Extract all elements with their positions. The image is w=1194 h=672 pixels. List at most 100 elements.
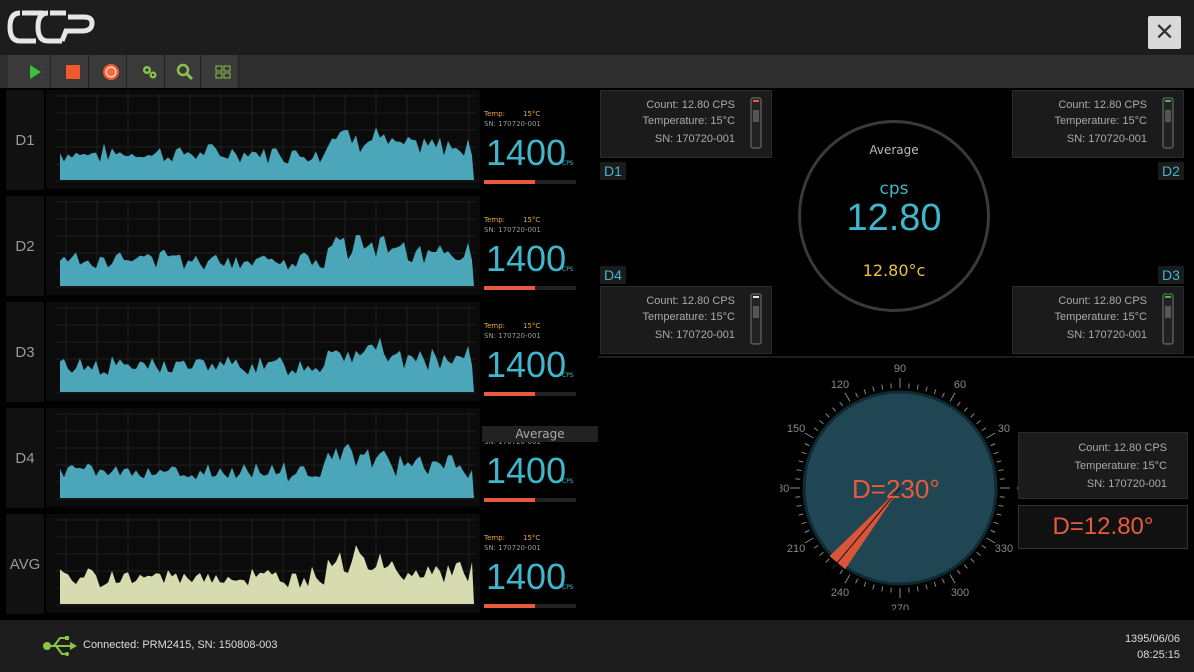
row-chart <box>46 196 480 295</box>
compass-tick <box>998 504 1004 507</box>
compass-tick <box>956 569 961 575</box>
compass-tick <box>798 460 804 463</box>
compass-tick-label: 60 <box>954 379 966 391</box>
serial-number: SN: 170720-001 <box>484 544 541 552</box>
stop-button[interactable] <box>58 55 89 88</box>
area-chart <box>56 200 476 288</box>
count-unit: CPS <box>562 584 574 591</box>
serial-text: SN: 170720-001 <box>1066 329 1147 341</box>
compass-tick-label: 300 <box>951 587 969 599</box>
serial-number: SN: 170720-001 <box>484 332 541 340</box>
temperature-text: Temperature: 15°C <box>642 311 735 323</box>
status-bar: Connected: PRM2415, SN: 150808-003 1395/… <box>0 620 1194 672</box>
compass-tick-label: 120 <box>831 379 849 391</box>
ccp-logo <box>7 10 95 44</box>
detector-row-d1: D1 Temp: 15°C SN: 170720-001 1400 CPS <box>0 88 598 192</box>
title-bar: ✕ <box>0 0 1194 55</box>
count-text: Count: 12.80 CPS <box>1058 99 1147 111</box>
row-label: D2 <box>6 196 44 296</box>
area-chart <box>56 518 476 606</box>
compass-tick-label: 180 <box>780 483 789 495</box>
compass-tick <box>813 427 819 432</box>
compass-tick <box>801 521 807 525</box>
detector-box-d1: Count: 12.80 CPS Temperature: 15°C SN: 1… <box>600 90 772 158</box>
serial-number: SN: 170720-001 <box>484 120 541 128</box>
level-bar <box>484 498 576 502</box>
avg-row-title: Average <box>482 426 598 442</box>
temp-line: Temp: 15°C <box>484 534 540 542</box>
compass-tick <box>976 420 981 425</box>
compass-tick <box>813 544 819 549</box>
compass-tick <box>804 443 810 447</box>
detector-probe-icon <box>1162 293 1174 345</box>
detector-tag-d2: D2 <box>1158 162 1184 180</box>
detector-tag-d3: D3 <box>1158 266 1184 284</box>
compass-tick <box>855 392 859 398</box>
settings-button[interactable] <box>134 55 165 88</box>
row-chart <box>46 90 480 189</box>
compass-tick <box>798 513 804 516</box>
level-bar <box>484 286 576 290</box>
record-button[interactable] <box>96 55 127 88</box>
compass-tick <box>998 469 1004 472</box>
area-chart <box>56 306 476 394</box>
average-value: 12.80 <box>846 197 942 239</box>
row-chart <box>46 302 480 401</box>
average-title: Average <box>869 143 919 157</box>
compass-tick <box>981 427 987 432</box>
serial-number: SN: 170720-001 <box>484 226 541 234</box>
series-area <box>60 235 474 286</box>
layout-button[interactable] <box>208 55 239 88</box>
series-area <box>60 337 474 392</box>
detector-probe-icon <box>750 97 762 149</box>
detector-probe-icon <box>750 293 762 345</box>
compass-tick <box>804 537 814 544</box>
series-area <box>60 443 474 498</box>
zoom-button[interactable] <box>170 55 201 88</box>
temperature-text: Temperature: 15°C <box>1054 311 1147 323</box>
level-bar <box>484 392 576 396</box>
compass-tick <box>941 578 945 584</box>
stop-icon <box>66 64 80 79</box>
date-text: 1395/06/06 <box>1124 633 1180 645</box>
row-label: D4 <box>6 408 44 508</box>
compass-tick <box>993 521 999 525</box>
close-button[interactable]: ✕ <box>1148 16 1181 49</box>
row-chart <box>46 408 480 507</box>
detector-row-d4: D4 Temp:15°CSN: 170720-0011400CPS <box>0 406 598 510</box>
serial-text: SN: 170720-001 <box>1086 478 1167 490</box>
compass-tick <box>872 584 875 590</box>
compass-tick-label: 210 <box>787 543 805 555</box>
level-bar-fill <box>484 392 535 396</box>
compass-tick <box>956 401 961 407</box>
compass-tick <box>832 407 837 412</box>
row-info: Temp:15°CSN: 170720-0011400CPS <box>482 408 596 507</box>
compass-tick-label: 240 <box>831 587 849 599</box>
average-unit: cps <box>879 179 909 199</box>
temperature-text: Temperature: 15°C <box>1054 115 1147 127</box>
layout-grid-icon <box>215 65 231 78</box>
temp-label: Temp: <box>484 322 506 330</box>
series-area <box>60 127 474 180</box>
detector-rows: D1 Temp: 15°C SN: 170720-001 1400 CPS D2 Temp: 1… <box>0 88 598 620</box>
compass-tick-label: 150 <box>787 423 805 435</box>
compass-tick <box>963 564 968 569</box>
area-chart <box>56 412 476 500</box>
compass-tick <box>996 460 1002 463</box>
count-value: 1400 <box>486 238 567 279</box>
compass-tick <box>916 384 919 390</box>
temp-value: 15°C <box>523 110 541 118</box>
compass-tick <box>976 551 981 556</box>
compass-tick <box>844 574 851 584</box>
compass-tick <box>996 513 1002 516</box>
detector-row-d2: D2 Temp: 15°C SN: 170720-001 1400 CPS <box>0 194 598 298</box>
row-chart <box>46 514 480 613</box>
level-bar-fill <box>484 604 535 608</box>
play-button[interactable] <box>20 55 51 88</box>
compass-tick <box>925 386 928 392</box>
row-label: D1 <box>6 90 44 190</box>
compass-tick <box>881 384 884 390</box>
average-temp: 12.80°c <box>862 261 926 280</box>
gears-icon <box>143 65 157 78</box>
compass-tick <box>801 451 807 455</box>
